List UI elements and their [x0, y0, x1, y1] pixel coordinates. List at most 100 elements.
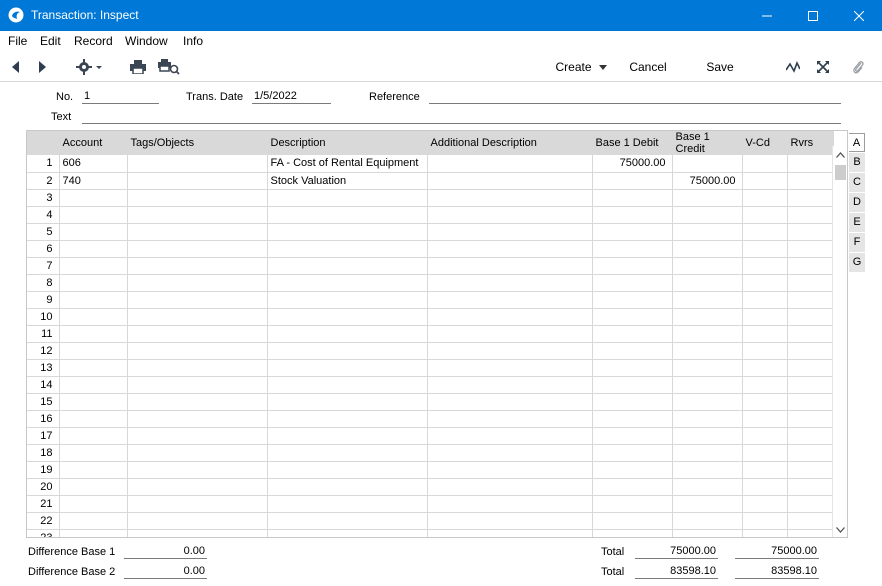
- credit-cell[interactable]: [672, 325, 743, 343]
- credit-cell[interactable]: [672, 206, 743, 224]
- account-cell[interactable]: [59, 206, 128, 224]
- rvrs-cell[interactable]: [787, 444, 834, 462]
- vcd-cell[interactable]: [742, 529, 788, 537]
- attachment-button[interactable]: [848, 52, 868, 82]
- table-row[interactable]: 21: [27, 495, 834, 513]
- vcd-cell[interactable]: [742, 495, 788, 513]
- create-menu-button[interactable]: Create: [553, 52, 609, 82]
- rvrs-cell[interactable]: [787, 529, 834, 537]
- no-field[interactable]: 1: [82, 90, 159, 104]
- tags-cell[interactable]: [127, 359, 268, 377]
- col-header-description[interactable]: Description: [267, 131, 428, 155]
- description-cell[interactable]: [267, 461, 428, 479]
- trans-date-field[interactable]: 1/5/2022: [252, 90, 331, 104]
- table-row[interactable]: 11: [27, 325, 834, 343]
- tags-cell[interactable]: [127, 206, 268, 224]
- table-row[interactable]: 7: [27, 257, 834, 275]
- rvrs-cell[interactable]: [787, 376, 834, 394]
- account-cell[interactable]: [59, 495, 128, 513]
- additional-description-cell[interactable]: [427, 495, 593, 513]
- table-row[interactable]: 22: [27, 512, 834, 530]
- account-cell[interactable]: [59, 359, 128, 377]
- table-row[interactable]: 10: [27, 308, 834, 326]
- vcd-cell[interactable]: [742, 410, 788, 428]
- credit-cell[interactable]: [672, 461, 743, 479]
- account-cell[interactable]: 606: [59, 155, 128, 173]
- additional-description-cell[interactable]: [427, 257, 593, 275]
- print-preview-button[interactable]: [157, 52, 181, 82]
- debit-cell[interactable]: [592, 308, 673, 326]
- description-cell[interactable]: [267, 359, 428, 377]
- description-cell[interactable]: [267, 495, 428, 513]
- table-row[interactable]: 9: [27, 291, 834, 309]
- account-cell[interactable]: [59, 189, 128, 207]
- description-cell[interactable]: [267, 529, 428, 537]
- menu-file[interactable]: File: [8, 34, 27, 48]
- save-button[interactable]: Save: [702, 52, 738, 82]
- tags-cell[interactable]: [127, 495, 268, 513]
- description-cell[interactable]: [267, 189, 428, 207]
- table-row[interactable]: 23: [27, 529, 834, 537]
- debit-cell[interactable]: [592, 206, 673, 224]
- account-cell[interactable]: [59, 393, 128, 411]
- additional-description-cell[interactable]: [427, 223, 593, 241]
- credit-cell[interactable]: [672, 529, 743, 537]
- account-cell[interactable]: [59, 376, 128, 394]
- vcd-cell[interactable]: [742, 240, 788, 258]
- vcd-cell[interactable]: [742, 308, 788, 326]
- rvrs-cell[interactable]: [787, 393, 834, 411]
- account-cell[interactable]: [59, 274, 128, 292]
- tags-cell[interactable]: [127, 427, 268, 445]
- rvrs-cell[interactable]: [787, 427, 834, 445]
- additional-description-cell[interactable]: [427, 529, 593, 537]
- rvrs-cell[interactable]: [787, 461, 834, 479]
- tags-cell[interactable]: [127, 512, 268, 530]
- col-header-additional-description[interactable]: Additional Description: [427, 131, 593, 155]
- account-cell[interactable]: [59, 291, 128, 309]
- tags-cell[interactable]: [127, 529, 268, 537]
- col-header-rvrs[interactable]: Rvrs: [787, 131, 834, 155]
- tags-cell[interactable]: [127, 189, 268, 207]
- tags-cell[interactable]: [127, 155, 268, 173]
- description-cell[interactable]: [267, 393, 428, 411]
- print-button[interactable]: [128, 52, 148, 82]
- table-row[interactable]: 14: [27, 376, 834, 394]
- rvrs-cell[interactable]: [787, 189, 834, 207]
- description-cell[interactable]: [267, 274, 428, 292]
- rvrs-cell[interactable]: [787, 257, 834, 275]
- table-row[interactable]: 18: [27, 444, 834, 462]
- vcd-cell[interactable]: [742, 461, 788, 479]
- debit-cell[interactable]: [592, 342, 673, 360]
- operations-menu-button[interactable]: [74, 52, 106, 82]
- rvrs-cell[interactable]: [787, 172, 834, 190]
- scroll-down-icon[interactable]: [836, 527, 845, 533]
- menu-record[interactable]: Record: [74, 34, 113, 48]
- debit-cell[interactable]: [592, 240, 673, 258]
- account-cell[interactable]: [59, 478, 128, 496]
- tags-cell[interactable]: [127, 342, 268, 360]
- tags-cell[interactable]: [127, 257, 268, 275]
- debit-cell[interactable]: [592, 325, 673, 343]
- credit-cell[interactable]: 75000.00: [672, 172, 743, 190]
- account-cell[interactable]: [59, 223, 128, 241]
- rvrs-cell[interactable]: [787, 155, 834, 173]
- credit-cell[interactable]: [672, 495, 743, 513]
- additional-description-cell[interactable]: [427, 376, 593, 394]
- activity-button[interactable]: [783, 52, 803, 82]
- description-cell[interactable]: [267, 342, 428, 360]
- credit-cell[interactable]: [672, 512, 743, 530]
- credit-cell[interactable]: [672, 342, 743, 360]
- account-cell[interactable]: [59, 308, 128, 326]
- tags-cell[interactable]: [127, 444, 268, 462]
- menu-window[interactable]: Window: [125, 34, 168, 48]
- credit-cell[interactable]: [672, 155, 743, 173]
- tab-g[interactable]: G: [849, 253, 865, 272]
- close-button[interactable]: [836, 0, 882, 31]
- credit-cell[interactable]: [672, 257, 743, 275]
- debit-cell[interactable]: [592, 461, 673, 479]
- description-cell[interactable]: [267, 325, 428, 343]
- additional-description-cell[interactable]: [427, 478, 593, 496]
- rvrs-cell[interactable]: [787, 291, 834, 309]
- menu-info[interactable]: Info: [183, 34, 203, 48]
- table-row[interactable]: 12: [27, 342, 834, 360]
